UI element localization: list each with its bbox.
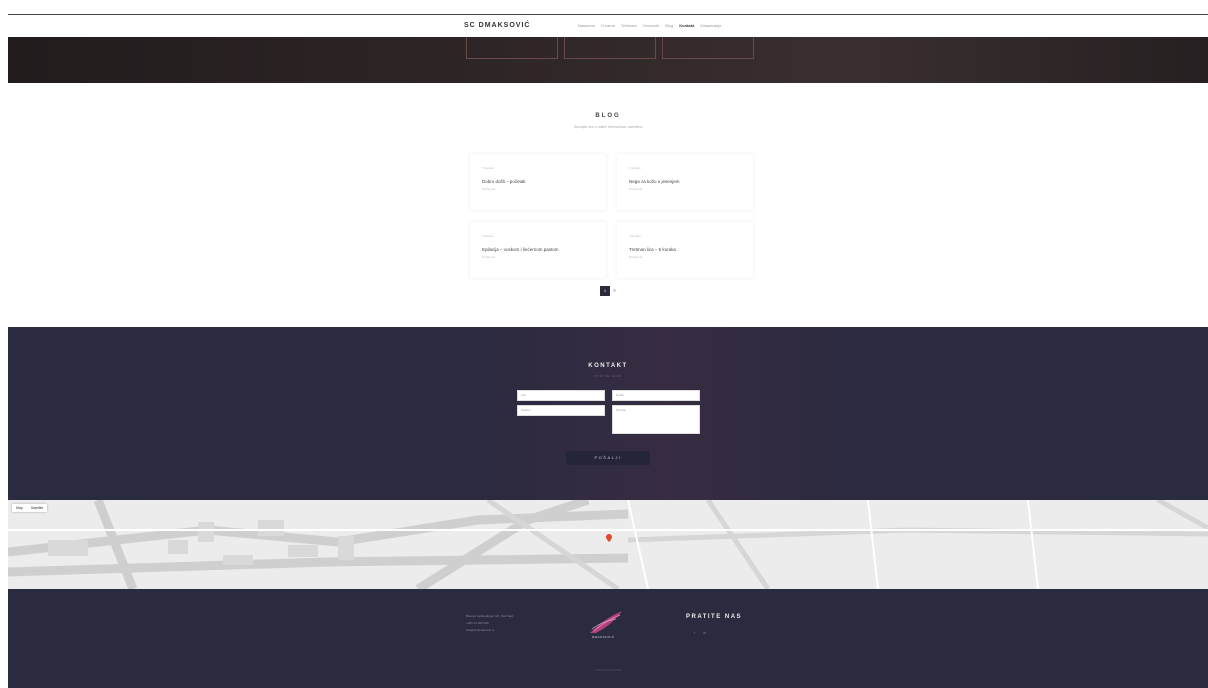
- footer-phone[interactable]: +381 21 000 000: [466, 620, 513, 627]
- menu-item-contact[interactable]: Kontakt: [679, 23, 694, 28]
- social-links: f in: [694, 630, 706, 635]
- menu-item-about[interactable]: O nama: [601, 23, 615, 28]
- page-current[interactable]: 1: [600, 286, 610, 296]
- site-logo[interactable]: SC DMAKSOVIĆ: [464, 22, 530, 29]
- footer-address: Bulevar oslobođenja 123, Novi Sad: [466, 614, 513, 618]
- menu-item-home[interactable]: Naslovna: [578, 23, 595, 28]
- blog-pagination: 1 »: [600, 286, 616, 296]
- footer-logo[interactable]: DMAKSOVIĆ: [586, 607, 626, 643]
- name-field[interactable]: Ime: [517, 390, 605, 401]
- page-next[interactable]: »: [613, 288, 616, 294]
- footer-logo-text: DMAKSOVIĆ: [592, 635, 615, 639]
- blog-card-title[interactable]: Epilacija – voskom i šećernom pastom: [482, 247, 559, 252]
- send-button[interactable]: POŠALJI: [566, 451, 650, 465]
- top-navbar: SC DMAKSOVIĆ Naslovna O nama Tretmani Ce…: [8, 15, 1208, 37]
- location-map[interactable]: Map Satellite: [8, 500, 1208, 589]
- blog-card-category: Tretmani: [482, 166, 494, 170]
- contact-title: KONTAKT: [588, 363, 628, 369]
- map-tab-map[interactable]: Map: [12, 504, 27, 512]
- blog-card-category: Tretmani: [482, 234, 494, 238]
- blog-card[interactable]: Tretmani Dobro došli – početak Pročitaj …: [470, 154, 606, 210]
- map-pin-icon[interactable]: [606, 534, 612, 542]
- contact-subtitle: PIŠITE NAM: [594, 374, 622, 378]
- main-menu: Naslovna O nama Tretmani Cenovnik Blog K…: [578, 23, 722, 28]
- blog-card-more[interactable]: Pročitaj više: [629, 188, 642, 191]
- hero-banner: [8, 37, 1208, 83]
- blog-card-more[interactable]: Pročitaj više: [482, 256, 495, 259]
- blog-title: BLOG: [595, 113, 621, 119]
- map-type-toggle: Map Satellite: [12, 504, 48, 512]
- footer-contact-info: Bulevar oslobođenja 123, Novi Sad +381 2…: [466, 613, 513, 634]
- map-streets: [8, 500, 1208, 589]
- menu-item-prices[interactable]: Cenovnik: [643, 23, 660, 28]
- hero-tile-3[interactable]: [662, 37, 754, 59]
- blog-card[interactable]: Tretmani Tretman lica – 5 koraka Pročita…: [617, 222, 753, 278]
- blog-subtitle: Saznajte sve o našim tretmanima i saveti…: [573, 125, 643, 129]
- menu-item-booking[interactable]: Zakazivanje: [700, 23, 721, 28]
- facebook-icon[interactable]: f: [694, 630, 695, 635]
- footer-copyright: © 2019 DMAKSOVIĆ: [593, 668, 623, 672]
- phone-field[interactable]: Telefon: [517, 405, 605, 416]
- blog-card-title[interactable]: Dobro došli – početak: [482, 179, 526, 184]
- blog-card-category: Tretmani: [629, 234, 641, 238]
- hero-tile-1[interactable]: [466, 37, 558, 59]
- blog-card-more[interactable]: Pročitaj više: [629, 256, 642, 259]
- footer-email[interactable]: info@scdmaksovic.rs: [466, 627, 513, 634]
- hero-tile-2[interactable]: [564, 37, 656, 59]
- map-tab-satellite[interactable]: Satellite: [27, 504, 47, 512]
- page: SC DMAKSOVIĆ Naslovna O nama Tretmani Ce…: [8, 0, 1208, 688]
- menu-item-blog[interactable]: Blog: [665, 23, 673, 28]
- menu-item-treatments[interactable]: Tretmani: [621, 23, 637, 28]
- instagram-icon[interactable]: in: [703, 630, 706, 635]
- blog-card-title[interactable]: Nega za kožu u jesenjem: [629, 179, 680, 184]
- follow-title: PRATITE NAS: [686, 614, 743, 620]
- message-field[interactable]: Poruka: [612, 405, 700, 434]
- email-field[interactable]: Email: [612, 390, 700, 401]
- blog-card-title[interactable]: Tretman lica – 5 koraka: [629, 247, 676, 252]
- contact-section: KONTAKT PIŠITE NAM Ime Email Telefon Por…: [8, 327, 1208, 500]
- blog-card[interactable]: Tretmani Epilacija – voskom i šećernom p…: [470, 222, 606, 278]
- site-footer: Bulevar oslobođenja 123, Novi Sad +381 2…: [8, 589, 1208, 688]
- blog-card-more[interactable]: Pročitaj više: [482, 188, 495, 191]
- blog-card[interactable]: Tretmani Nega za kožu u jesenjem Pročita…: [617, 154, 753, 210]
- blog-card-category: Tretmani: [629, 166, 641, 170]
- feather-logo-icon: [590, 611, 622, 633]
